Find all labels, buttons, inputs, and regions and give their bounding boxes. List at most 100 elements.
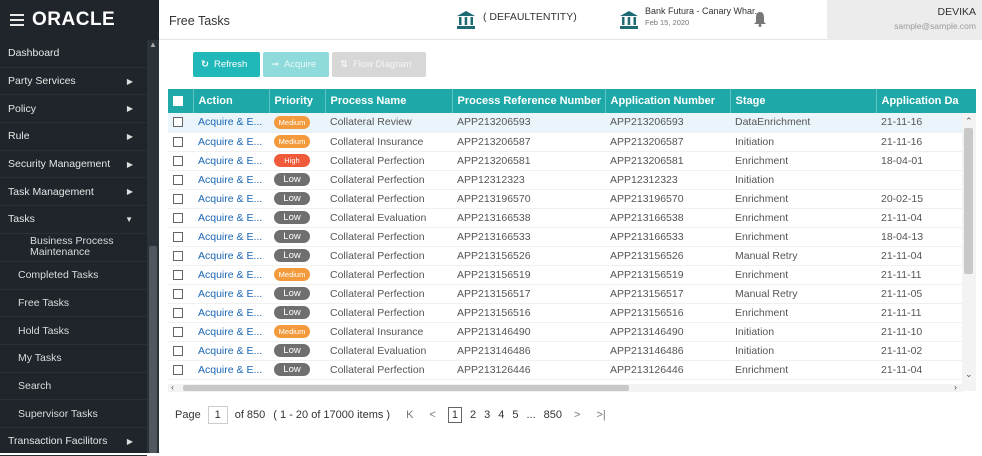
table-row[interactable]: Acquire & E... Low Collateral Perfection AP… <box>168 360 976 380</box>
row-checkbox[interactable] <box>173 326 183 337</box>
row-select-cell <box>168 208 193 228</box>
row-checkbox[interactable] <box>173 269 183 280</box>
last-page-icon[interactable]: >| <box>596 409 605 421</box>
sidebar-item[interactable]: Transaction Facilitors ▶ <box>0 428 147 456</box>
acquire-edit-link[interactable]: Acquire & E... <box>198 364 262 376</box>
prev-page-icon[interactable]: < <box>429 409 435 421</box>
acquire-edit-link[interactable]: Acquire & E... <box>198 326 262 338</box>
table-row[interactable]: Acquire & E... Medium Collateral Review APP… <box>168 113 976 133</box>
sidebar-item[interactable]: Task Management ▶ <box>0 178 147 207</box>
table-row[interactable]: Acquire & E... Low Collateral Evaluation AP… <box>168 341 976 361</box>
table-row[interactable]: Acquire & E... Low Collateral Perfection AP… <box>168 284 976 304</box>
sidebar-scroll-thumb[interactable] <box>149 246 157 453</box>
row-checkbox[interactable] <box>173 364 183 375</box>
table-row[interactable]: Acquire & E... Low Collateral Evaluation AP… <box>168 208 976 228</box>
sidebar-item[interactable]: Tasks ▼ <box>0 206 147 234</box>
row-checkbox[interactable] <box>173 231 183 242</box>
table-row[interactable]: Acquire & E... High Collateral Perfection A… <box>168 151 976 171</box>
header: Free Tasks ( DEFAULTENTITY) Bank Futura … <box>159 0 982 40</box>
scroll-up-icon[interactable]: ⌃ <box>965 116 973 127</box>
sidebar-subitem[interactable]: Supervisor Tasks <box>0 400 147 428</box>
page-number[interactable]: 4 <box>498 409 504 421</box>
table-cell: APP213156517 <box>605 284 730 304</box>
sidebar-subitem[interactable]: Hold Tasks <box>0 317 147 345</box>
sidebar-scroll-up-icon[interactable]: ▲ <box>149 40 157 49</box>
page-number[interactable]: 3 <box>484 409 490 421</box>
column-header[interactable]: Priority <box>269 89 326 113</box>
row-checkbox[interactable] <box>173 174 183 185</box>
page-number[interactable]: 2 <box>470 409 476 421</box>
row-checkbox[interactable] <box>173 155 183 166</box>
acquire-button[interactable]: ⊸ Acquire <box>263 52 329 77</box>
page-number[interactable]: 5 <box>512 409 518 421</box>
acquire-edit-link[interactable]: Acquire & E... <box>198 250 262 262</box>
sidebar-subitem[interactable]: Free Tasks <box>0 290 147 318</box>
sidebar-subitem[interactable]: Business Process Maintenance <box>0 234 147 262</box>
acquire-edit-link[interactable]: Acquire & E... <box>198 136 262 148</box>
priority-badge: High <box>274 154 310 167</box>
row-checkbox[interactable] <box>173 117 183 128</box>
column-header[interactable]: Stage <box>730 89 877 113</box>
row-checkbox[interactable] <box>173 288 183 299</box>
grid-vertical-scroll-thumb[interactable] <box>964 128 973 274</box>
row-checkbox[interactable] <box>173 193 183 204</box>
sidebar-subitem[interactable]: My Tasks <box>0 345 147 373</box>
row-checkbox[interactable] <box>173 307 183 318</box>
sidebar-item[interactable]: Party Services ▶ <box>0 68 147 96</box>
refresh-button[interactable]: ↻ Refresh <box>193 52 260 77</box>
column-header[interactable]: Application Da <box>876 89 976 113</box>
table-row[interactable]: Acquire & E... Low Collateral Perfection AP… <box>168 303 976 323</box>
acquire-edit-link[interactable]: Acquire & E... <box>198 155 262 167</box>
sidebar-subitem[interactable]: Completed Tasks <box>0 262 147 290</box>
row-checkbox[interactable] <box>173 345 183 356</box>
table-cell: Collateral Perfection <box>325 303 452 323</box>
acquire-edit-link[interactable]: Acquire & E... <box>198 174 262 186</box>
sidebar-item[interactable]: Security Management ▶ <box>0 151 147 179</box>
row-checkbox[interactable] <box>173 212 183 223</box>
page-input[interactable]: 1 <box>207 406 228 424</box>
column-header[interactable]: Process Name <box>325 89 453 113</box>
flow-diagram-button[interactable]: ⇅ Flow Diagram <box>332 52 426 77</box>
table-row[interactable]: Acquire & E... Low Collateral Perfection AP… <box>168 170 976 190</box>
branch-name[interactable]: Bank Futura - Canary Whar... <box>645 6 762 16</box>
grid-horizontal-scroll-thumb[interactable] <box>183 385 629 391</box>
column-header[interactable]: Action <box>193 89 270 113</box>
table-row[interactable]: Acquire & E... Medium Collateral Insurance… <box>168 132 976 152</box>
user-menu[interactable]: DEVIKA sample@sample.com <box>827 0 982 40</box>
sidebar-subitem[interactable]: Search <box>0 373 147 401</box>
scroll-left-icon[interactable]: ‹ <box>171 382 174 392</box>
acquire-edit-link[interactable]: Acquire & E... <box>198 307 262 319</box>
next-page-icon[interactable]: > <box>574 409 580 421</box>
page-number[interactable]: 1 <box>447 407 462 423</box>
acquire-edit-link[interactable]: Acquire & E... <box>198 116 262 128</box>
row-checkbox[interactable] <box>173 250 183 261</box>
select-all-checkbox[interactable] <box>173 96 183 107</box>
table-row[interactable]: Acquire & E... Medium Collateral Perfectio… <box>168 265 976 285</box>
priority-cell: Medium <box>269 113 325 133</box>
table-cell: Enrichment <box>730 189 876 209</box>
sidebar-item[interactable]: Policy ▶ <box>0 95 147 124</box>
table-cell: APP213156516 <box>452 303 605 323</box>
page-number[interactable]: 850 <box>544 409 562 421</box>
column-header[interactable]: Process Reference Number <box>452 89 606 113</box>
table-row[interactable]: Acquire & E... Low Collateral Perfection AP… <box>168 189 976 209</box>
sidebar-item[interactable]: Rule ▶ <box>0 123 147 151</box>
scroll-down-icon[interactable]: ⌄ <box>965 369 973 380</box>
acquire-edit-link[interactable]: Acquire & E... <box>198 269 262 281</box>
acquire-edit-link[interactable]: Acquire & E... <box>198 193 262 205</box>
column-header[interactable]: Application Number <box>605 89 731 113</box>
hamburger-icon[interactable] <box>10 14 24 26</box>
row-checkbox[interactable] <box>173 136 183 147</box>
entity-label[interactable]: ( DEFAULTENTITY) <box>483 11 577 23</box>
first-page-icon[interactable]: K <box>406 409 413 421</box>
acquire-edit-link[interactable]: Acquire & E... <box>198 212 262 224</box>
table-row[interactable]: Acquire & E... Low Collateral Perfection AP… <box>168 246 976 266</box>
table-row[interactable]: Acquire & E... Low Collateral Perfection AP… <box>168 227 976 247</box>
acquire-edit-link[interactable]: Acquire & E... <box>198 288 262 300</box>
sidebar-item[interactable]: Dashboard <box>0 40 147 68</box>
bell-icon[interactable] <box>753 11 767 27</box>
table-row[interactable]: Acquire & E... Medium Collateral Insurance… <box>168 322 976 342</box>
scroll-right-icon[interactable]: › <box>954 382 957 392</box>
acquire-edit-link[interactable]: Acquire & E... <box>198 231 262 243</box>
acquire-edit-link[interactable]: Acquire & E... <box>198 345 262 357</box>
